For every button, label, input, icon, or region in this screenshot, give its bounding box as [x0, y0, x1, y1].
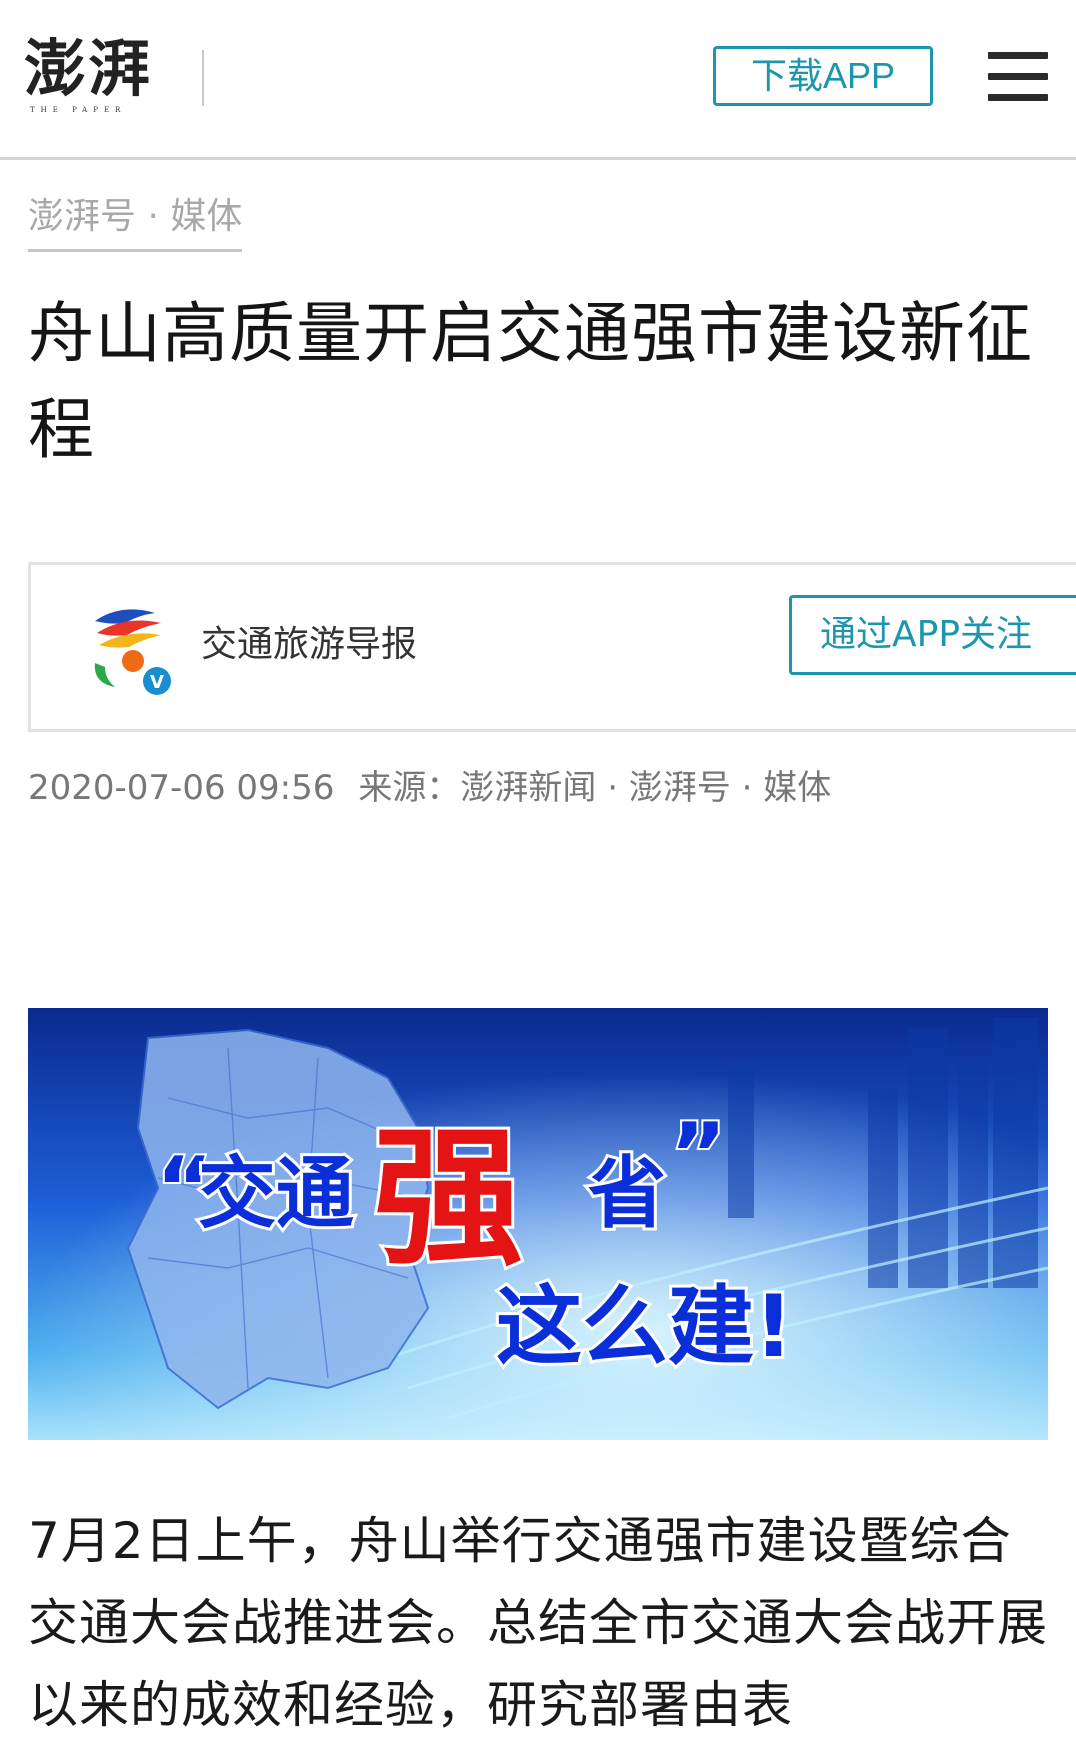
slogan-quote-close: ”	[670, 1105, 727, 1205]
hamburger-menu-icon[interactable]	[988, 52, 1048, 102]
channel-tag[interactable]: 澎湃号 · 媒体	[28, 192, 243, 252]
slogan-line2: 这么建!	[496, 1277, 793, 1377]
slogan-line1c: 省	[588, 1149, 666, 1239]
download-app-button[interactable]: 下载APP	[713, 46, 933, 106]
article-body-paragraph: 7月2日上午，舟山举行交通强市建设暨综合交通大会战推进会。总结全市交通大会战开展…	[28, 1512, 1048, 1734]
menu-bar	[988, 94, 1048, 101]
the-paper-logo[interactable]: 澎湃 THE PAPER	[24, 34, 164, 120]
hero-banner-image: “ 交通 强 省 ” 这么建!	[28, 1008, 1048, 1440]
menu-bar	[988, 73, 1048, 80]
site-header: 澎湃 THE PAPER 下载APP	[0, 0, 1076, 160]
logo-text: 澎湃	[24, 32, 153, 105]
article-title: 舟山高质量开启交通强市建设新征程	[28, 295, 1033, 468]
slogan-line1b: 强	[373, 1112, 523, 1286]
author-avatar[interactable]: V	[81, 601, 191, 701]
author-logo-icon: V	[94, 609, 171, 695]
article-source: 来源：澎湃新闻 · 澎湃号 · 媒体	[358, 768, 832, 808]
author-card[interactable]: V 交通旅游导报 通过APP关注	[28, 562, 1076, 732]
slogan-line1a: 交通	[198, 1149, 354, 1239]
verified-badge: V	[150, 672, 164, 693]
publish-date: 2020-07-06 09:56	[28, 768, 335, 808]
header-divider	[202, 50, 204, 106]
menu-bar	[988, 52, 1048, 59]
author-name[interactable]: 交通旅游导报	[201, 617, 417, 673]
article-meta: 2020-07-06 09:56 来源：澎湃新闻 · 澎湃号 · 媒体	[28, 760, 831, 816]
logo-subtitle: THE PAPER	[30, 106, 127, 114]
follow-via-app-button[interactable]: 通过APP关注	[789, 595, 1076, 675]
